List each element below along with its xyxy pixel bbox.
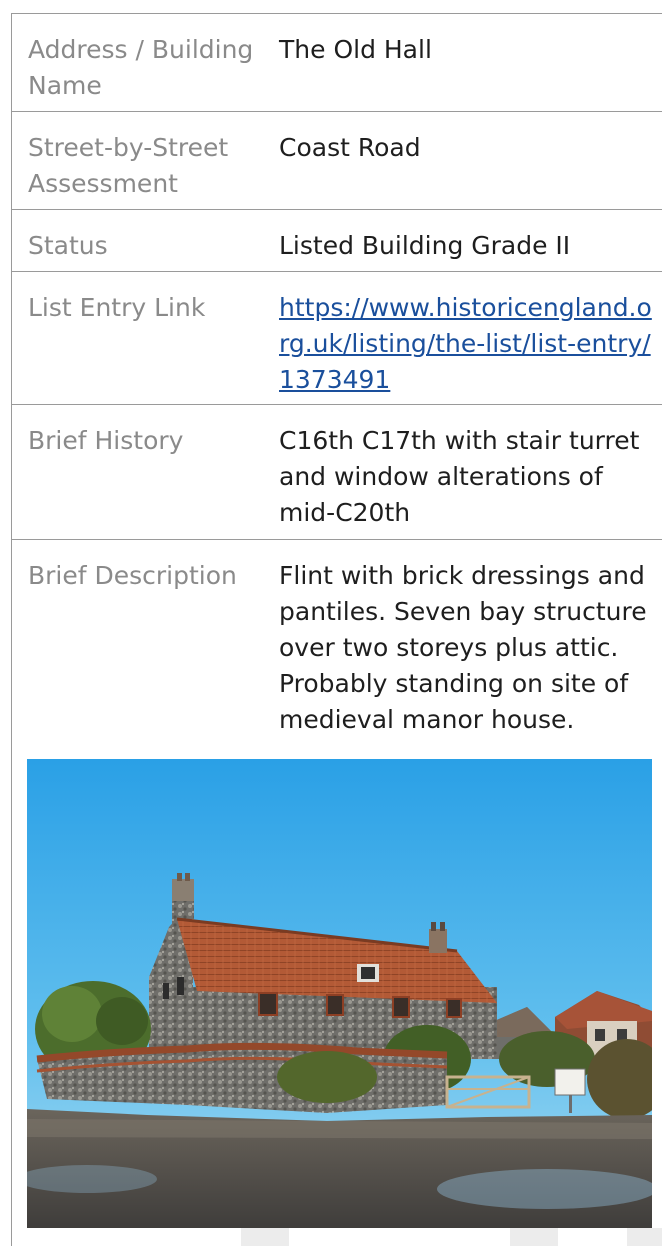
value-list-entry: https://www.historicengland.org.uk/listi… (279, 290, 655, 398)
row-status: Status Listed Building Grade II (12, 210, 662, 272)
building-photo (27, 759, 652, 1228)
row-address: Address / Building Name The Old Hall (12, 14, 662, 112)
label-street: Street-by-Street Assessment (28, 133, 229, 198)
row-description: Brief Description Flint with brick dress… (12, 540, 662, 760)
value-street: Coast Road (279, 133, 421, 162)
list-entry-link[interactable]: https://www.historicengland.org.uk/listi… (279, 293, 652, 394)
row-history: Brief History C16th C17th with stair tur… (12, 405, 662, 540)
label-list-entry: List Entry Link (28, 293, 206, 322)
bottom-band (241, 1228, 289, 1246)
value-address: The Old Hall (279, 35, 432, 64)
label-description: Brief Description (28, 561, 237, 590)
value-history: C16th C17th with stair turret and window… (279, 426, 640, 527)
label-status: Status (28, 231, 108, 260)
bottom-band (627, 1228, 662, 1246)
value-status: Listed Building Grade II (279, 231, 571, 260)
row-list-entry: List Entry Link https://www.historicengl… (12, 272, 662, 405)
listing-card: Address / Building Name The Old Hall Str… (0, 0, 662, 1246)
row-street: Street-by-Street Assessment Coast Road (12, 112, 662, 210)
bottom-band (510, 1228, 558, 1246)
value-description: Flint with brick dressings and pantiles.… (279, 561, 647, 734)
label-history: Brief History (28, 426, 184, 455)
label-address: Address / Building Name (28, 35, 254, 100)
